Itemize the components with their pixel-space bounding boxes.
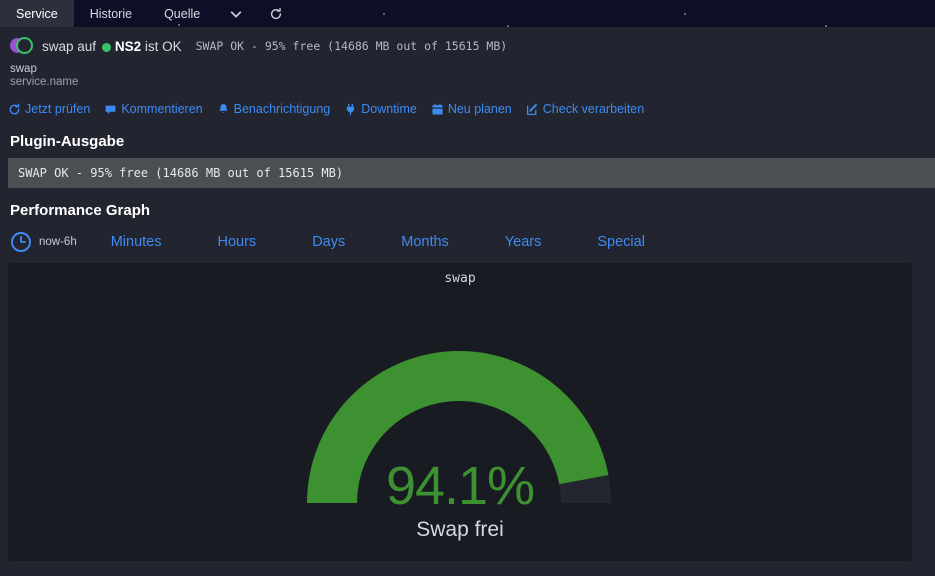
range-months[interactable]: Months — [401, 234, 449, 250]
action-downtime[interactable]: Downtime — [344, 102, 417, 116]
gauge-caption-label: Swap frei — [416, 518, 504, 541]
service-subline-key: service.name — [10, 76, 79, 88]
tabbar-artifact-dot — [507, 25, 509, 27]
service-action-bar: Jetzt prüfen Kommentieren Benachrichtigu… — [0, 89, 935, 119]
service-state-text: ist OK — [144, 38, 182, 54]
plug-icon — [344, 103, 357, 116]
performance-graph-heading: Performance Graph — [10, 202, 151, 219]
refresh-icon[interactable] — [256, 0, 296, 27]
chevron-down-icon[interactable] — [216, 0, 256, 27]
clock-icon[interactable] — [10, 231, 32, 253]
bell-icon — [217, 103, 230, 116]
action-reschedule[interactable]: Neu planen — [431, 102, 512, 116]
range-years[interactable]: Years — [505, 234, 542, 250]
range-minutes[interactable]: Minutes — [111, 234, 162, 250]
action-check-now[interactable]: Jetzt prüfen — [8, 102, 90, 116]
service-state-icon — [10, 37, 33, 55]
time-range-nav: now-6h Minutes Hours Days Months Years S… — [0, 219, 935, 253]
performance-graph-panel[interactable]: swap 94.1% Swap frei — [8, 263, 912, 561]
comment-icon — [104, 103, 117, 116]
service-subline-name: swap — [10, 63, 37, 75]
plugin-output-heading: Plugin-Ausgabe — [10, 133, 125, 150]
tab-quelle[interactable]: Quelle — [148, 0, 216, 27]
host-state-dot — [101, 42, 111, 52]
tabbar-artifact-dot — [684, 13, 686, 15]
refresh-icon — [8, 102, 21, 116]
action-notification-label: Benachrichtigung — [233, 102, 331, 116]
tab-historie-label: Historie — [89, 6, 133, 21]
range-special[interactable]: Special — [597, 234, 645, 250]
calendar-icon — [431, 103, 444, 116]
range-hours[interactable]: Hours — [218, 234, 257, 250]
action-downtime-label: Downtime — [361, 102, 417, 116]
service-status-title: swap auf NS2 ist OK — [42, 39, 182, 54]
top-tab-bar: Service Historie Quelle — [0, 0, 935, 27]
action-comment[interactable]: Kommentieren — [104, 102, 203, 116]
host-name-text: NS2 — [114, 38, 142, 54]
action-reschedule-label: Neu planen — [447, 102, 512, 116]
edit-icon — [526, 103, 539, 116]
service-subline: swap service.name — [0, 59, 935, 89]
status-connector-text: auf — [77, 38, 97, 54]
action-notification[interactable]: Benachrichtigung — [217, 102, 331, 116]
service-name-text: swap — [42, 38, 74, 54]
action-comment-label: Kommentieren — [121, 102, 203, 116]
tab-historie[interactable]: Historie — [74, 0, 148, 27]
time-range-now-label: now-6h — [39, 236, 77, 248]
tabbar-artifact-dot — [825, 25, 827, 27]
tabbar-artifact-dot — [178, 24, 180, 26]
action-check-now-label: Jetzt prüfen — [25, 102, 91, 116]
tab-service-label: Service — [16, 6, 58, 21]
action-process-check[interactable]: Check verarbeiten — [526, 102, 644, 116]
plugin-output-text: SWAP OK - 95% free (14686 MB out of 1561… — [8, 158, 935, 188]
service-status-header: swap auf NS2 ist OK SWAP OK - 95% free (… — [0, 27, 935, 59]
action-process-check-label: Check verarbeiten — [542, 102, 645, 116]
range-days[interactable]: Days — [312, 234, 345, 250]
service-summary-text: SWAP OK - 95% free (14686 MB out of 1561… — [195, 39, 508, 53]
tab-quelle-label: Quelle — [164, 6, 201, 21]
tab-service[interactable]: Service — [0, 0, 74, 27]
gauge-value-label: 94.1% — [385, 456, 535, 516]
tabbar-artifact-dot — [383, 13, 385, 15]
